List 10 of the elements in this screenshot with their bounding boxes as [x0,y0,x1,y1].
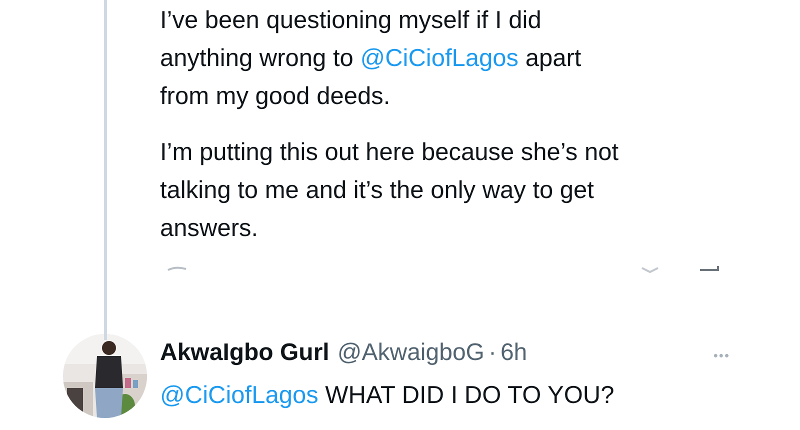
post-time: 6h [500,338,528,368]
more-options-button[interactable]: ••• [713,339,730,373]
user-name[interactable]: AkwaIgbo Gurl [160,336,330,370]
separator-dot: · [488,338,496,368]
tweet-text: I’ve been questioning myself if I did anything wrong to @CiCiofLagos apart from my good deeds. [160,6,582,112]
user-handle[interactable]: @AkwaigboG [337,336,484,370]
tweet-text: @CiCiofLagos WHAT DID I DO TO YOU? [160,381,616,411]
mention-link[interactable]: @CiCiofLagos [160,382,318,409]
tweet-text: I’m putting this out here because she’s not talking to me and it’s the only way to get answers. [160,138,620,244]
mention-link[interactable]: @CiCiofLagos [360,45,519,72]
